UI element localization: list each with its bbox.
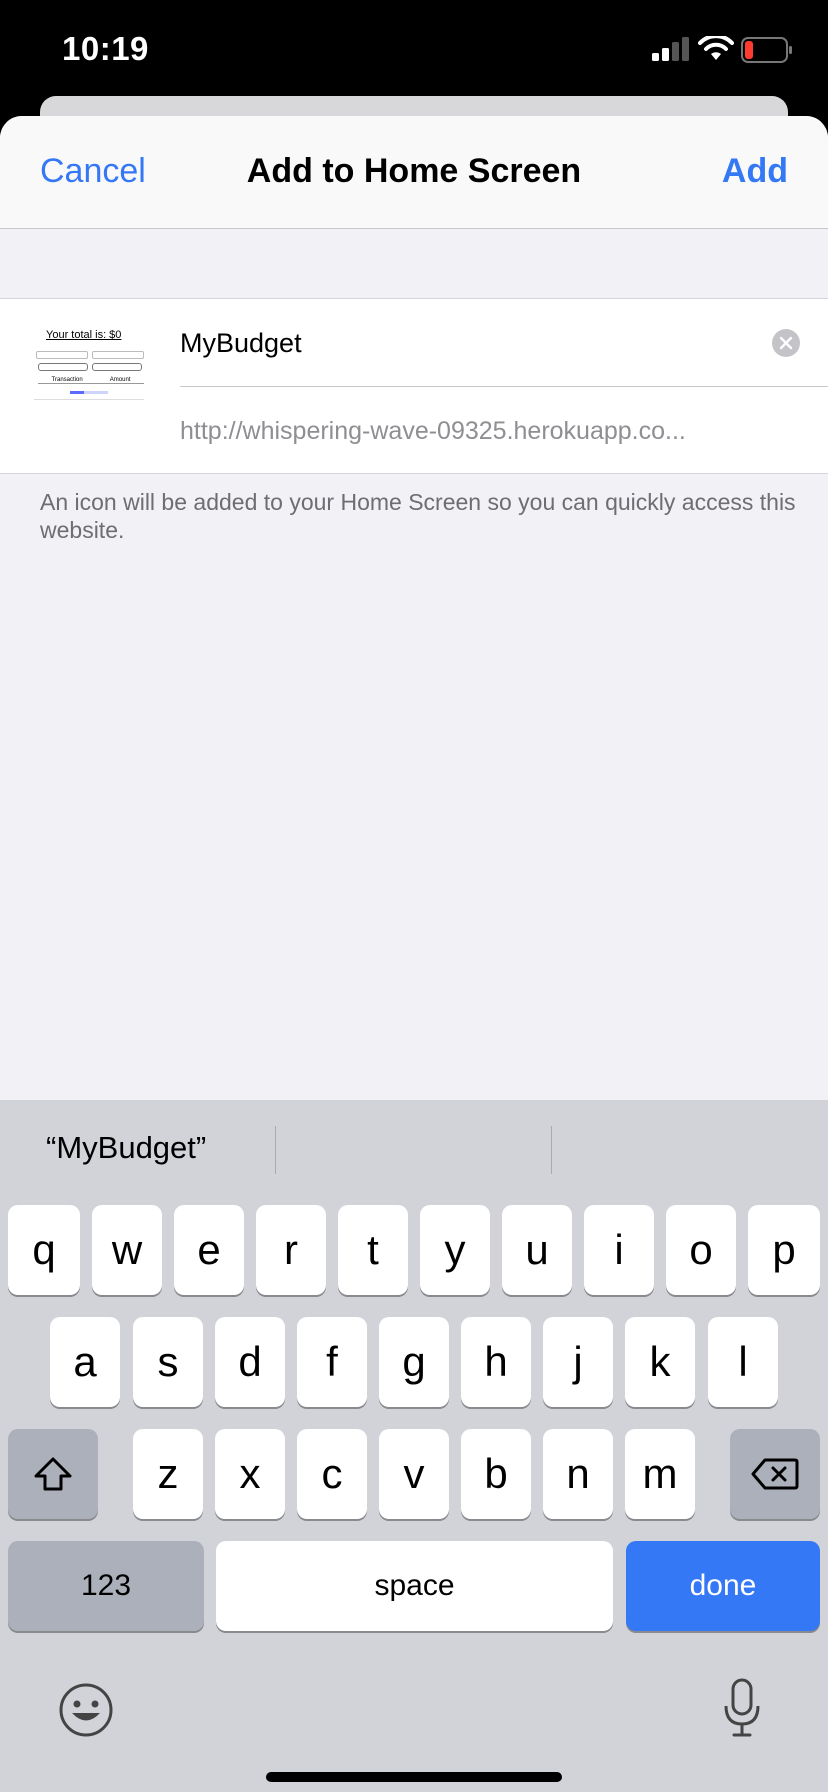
clear-text-icon[interactable] [772, 329, 800, 357]
status-time: 10:19 [62, 30, 149, 67]
name-field[interactable]: MyBudget [180, 299, 828, 387]
wifi-icon [698, 36, 734, 60]
key-m[interactable]: m [625, 1429, 695, 1519]
key-u[interactable]: u [502, 1205, 572, 1295]
cellular-signal-icon [652, 37, 689, 61]
key-t[interactable]: t [338, 1205, 408, 1295]
key-f[interactable]: f [297, 1317, 367, 1407]
key-c[interactable]: c [297, 1429, 367, 1519]
shift-icon [34, 1457, 72, 1491]
bookmark-form: Your total is: $0 Transaction Amount MyB… [0, 298, 828, 474]
home-indicator[interactable] [266, 1772, 562, 1782]
key-g[interactable]: g [379, 1317, 449, 1407]
thumbnail-inputs [36, 351, 144, 359]
key-b[interactable]: b [461, 1429, 531, 1519]
battery-low-icon [741, 37, 792, 63]
space-key[interactable]: space [216, 1541, 613, 1631]
key-h[interactable]: h [461, 1317, 531, 1407]
thumbnail-col-amount: Amount [109, 377, 131, 383]
key-a[interactable]: a [50, 1317, 120, 1407]
suggestion-divider [551, 1126, 552, 1174]
thumbnail-divider [34, 399, 144, 400]
hint-text: An icon will be added to your Home Scree… [40, 489, 796, 543]
keyboard: “MyBudget” q w e r t y u i o p a s d f g… [0, 1100, 828, 1792]
key-r[interactable]: r [256, 1205, 326, 1295]
key-k[interactable]: k [625, 1317, 695, 1407]
key-z[interactable]: z [133, 1429, 203, 1519]
key-o[interactable]: o [666, 1205, 736, 1295]
suggestion-bar: “MyBudget” [0, 1100, 828, 1200]
key-q[interactable]: q [8, 1205, 80, 1295]
key-p[interactable]: p [748, 1205, 820, 1295]
thumbnail-bar [70, 391, 84, 394]
delete-key[interactable] [730, 1429, 820, 1519]
key-x[interactable]: x [215, 1429, 285, 1519]
key-n[interactable]: n [543, 1429, 613, 1519]
key-s[interactable]: s [133, 1317, 203, 1407]
url-field: http://whispering-wave-09325.herokuapp.c… [180, 417, 686, 445]
emoji-icon[interactable] [58, 1682, 114, 1738]
key-l[interactable]: l [708, 1317, 778, 1407]
name-value[interactable]: MyBudget [180, 328, 302, 359]
key-e[interactable]: e [174, 1205, 244, 1295]
add-button[interactable]: Add [722, 152, 788, 191]
cancel-button[interactable]: Cancel [40, 152, 146, 191]
done-key[interactable]: done [626, 1541, 820, 1631]
numbers-key[interactable]: 123 [8, 1541, 204, 1631]
microphone-icon[interactable] [722, 1678, 762, 1738]
key-j[interactable]: j [543, 1317, 613, 1407]
shift-key[interactable] [8, 1429, 98, 1519]
suggestion-1[interactable]: “MyBudget” [46, 1130, 206, 1166]
key-d[interactable]: d [215, 1317, 285, 1407]
website-thumbnail: Your total is: $0 Transaction Amount [34, 329, 148, 415]
key-w[interactable]: w [92, 1205, 162, 1295]
status-bar: 10:19 [0, 0, 828, 100]
thumbnail-title: Your total is: $0 [46, 329, 122, 341]
thumbnail-table-header: Transaction Amount [38, 377, 144, 384]
key-y[interactable]: y [420, 1205, 490, 1295]
backspace-icon [751, 1458, 799, 1490]
suggestion-divider [275, 1126, 276, 1174]
thumbnail-col-transaction: Transaction [51, 377, 83, 383]
thumbnail-bar-light [84, 391, 108, 394]
key-i[interactable]: i [584, 1205, 654, 1295]
key-v[interactable]: v [379, 1429, 449, 1519]
navigation-bar: Cancel Add to Home Screen Add [0, 116, 828, 229]
thumbnail-buttons [38, 363, 142, 371]
